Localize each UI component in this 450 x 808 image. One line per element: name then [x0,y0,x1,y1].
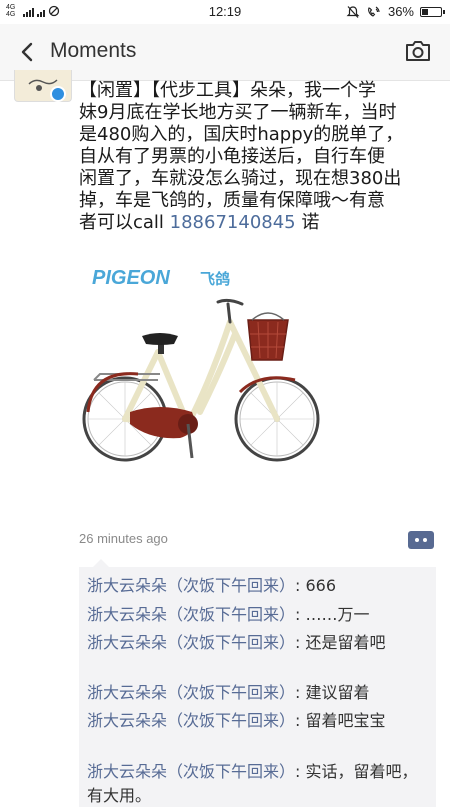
post-line: 者可以call 18867140845 诺 [79,212,429,234]
comment-author[interactable]: 浙大云朵朵（次饭下午回来） [87,683,295,702]
brand-logo: PIGEON [92,267,170,289]
comment-item[interactable]: 浙大云朵朵（次饭下午回来）: 留着吧宝宝 [87,709,423,733]
comment-colon: : [295,633,306,652]
brand-logo-cn: 飞鸽 [200,270,230,288]
post-line: 是480购入的，国庆时happy的脱单了， [79,124,404,145]
post-line: 妹9月底在学长地方买了一辆新车，当时 [79,102,397,123]
post-line: 闲置了，车就没怎么骑过，现在想380出 [79,168,402,189]
comment-author[interactable]: 浙大云朵朵（次饭下午回来） [87,762,295,781]
comment-menu-button[interactable] [408,531,434,549]
post-line: 【闲置】【代步工具】朵朵，我一个学 [79,80,376,101]
comment-colon: : [295,683,306,702]
chevron-left-icon[interactable] [14,38,42,66]
status-bar: 4G 4G 12:19 36% [0,0,450,24]
post-image[interactable]: PIGEON 飞鸽 [80,262,340,477]
comment-colon: : [295,762,306,781]
comment-text: 留着吧宝宝 [305,711,386,730]
comment-author[interactable]: 浙大云朵朵（次饭下午回来） [87,576,295,595]
comment-item[interactable]: 浙大云朵朵（次饭下午回来）: ……万一 [87,603,423,627]
camera-icon[interactable] [404,39,432,63]
comment-author[interactable]: 浙大云朵朵（次饭下午回来） [87,633,295,652]
comment-text: ……万一 [305,605,370,624]
post-line-start: 者可以call [79,212,170,233]
comment-author[interactable]: 浙大云朵朵（次饭下午回来） [87,711,295,730]
comment-text: 还是留着吧 [305,633,386,652]
comment-author[interactable]: 浙大云朵朵（次饭下午回来） [87,605,295,624]
comment-text: 建议留着 [305,683,370,702]
post-line: 自从有了男票的小龟接送后，自行车便 [79,146,385,167]
comment-colon: : [295,576,306,595]
post-line: 掉，车是飞鸽的，质量有保障哦～有意 [79,190,385,211]
comment-item[interactable]: 浙大云朵朵（次饭下午回来）: 实话，留着吧，有大用。 [87,760,423,808]
comments-section: 浙大云朵朵（次饭下午回来）: 666 浙大云朵朵（次饭下午回来）: ……万一 浙… [79,559,436,808]
post-line-end: 诺 [295,212,320,233]
comment-text: 666 [305,576,337,595]
page-title: Moments [50,39,137,62]
comment-item[interactable]: 浙大云朵朵（次饭下午回来）: 666 [87,574,423,598]
post-timestamp: 26 minutes ago [79,531,168,546]
comment-item[interactable]: 浙大云朵朵（次饭下午回来）: 建议留着 [87,681,423,705]
bicycle-image: PIGEON 飞鸽 [82,267,320,462]
saddle [142,333,178,345]
post-text: 【闲置】【代步工具】朵朵，我一个学 妹9月底在学长地方买了一辆新车，当时 是48… [79,80,429,234]
verified-badge-icon [50,86,66,102]
comment-colon: : [295,605,306,624]
comment-colon: : [295,711,306,730]
phone-link[interactable]: 18867140845 [170,212,296,233]
comment-item[interactable]: 浙大云朵朵（次饭下午回来）: 还是留着吧 [87,631,423,655]
battery-icon [420,6,445,17]
mute-icon [346,5,360,18]
status-right: 36% [346,4,445,19]
wifi-call-icon [368,6,380,17]
battery-percent: 36% [387,4,414,19]
